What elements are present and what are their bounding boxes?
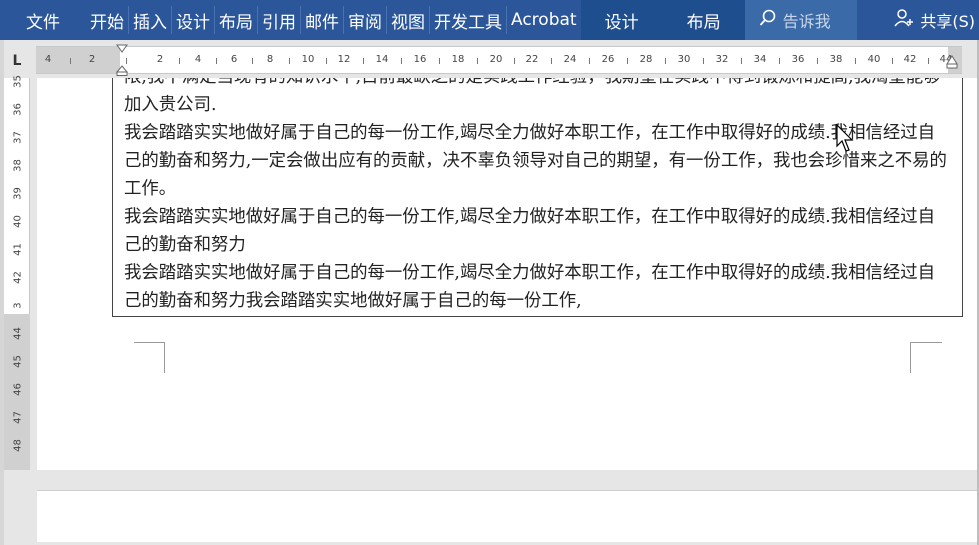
tab-context-design[interactable]: 设计 (581, 0, 663, 40)
ruler-tick (741, 58, 742, 64)
ruler-number: 42 (12, 271, 24, 284)
ruler-tick (439, 58, 440, 64)
ruler-tick (855, 58, 856, 64)
ruler-tick (928, 58, 929, 64)
ruler-tick (363, 58, 364, 64)
ruler-tick (817, 58, 818, 64)
tab-home[interactable]: 开始 (86, 0, 128, 40)
ruler-tick (589, 58, 590, 64)
tab-design[interactable]: 设计 (172, 0, 214, 40)
ruler-number: 47 (12, 411, 24, 424)
ribbon-tab-bar: 文件 开始 插入 设计 布局 引用 邮件 审阅 视图 开发工具 Acrobat … (0, 0, 979, 40)
ruler-number: 20 (489, 54, 503, 65)
share-button[interactable]: 共享(S) (894, 0, 979, 40)
user-add-icon (894, 8, 914, 33)
ruler-number: 46 (12, 383, 24, 396)
ruler-tick (179, 58, 180, 64)
ruler-number: 40 (12, 215, 24, 228)
tab-context-layout[interactable]: 布局 (663, 0, 745, 40)
tab-developer[interactable]: 开发工具 (430, 0, 506, 40)
ruler-number: 38 (12, 159, 24, 172)
text-box[interactable]: 限,我不满足当现有的知识水平,目前最缺乏的是实践工作经验，我期望在实践中得到锻炼… (112, 78, 963, 317)
ruler-number: 40 (867, 54, 881, 65)
tell-me-label: 告诉我 (782, 12, 831, 31)
ruler-number: 36 (791, 54, 805, 65)
ruler-number: 3 (12, 302, 24, 309)
tab-acrobat[interactable]: Acrobat (507, 0, 581, 40)
ruler-number: 28 (639, 54, 653, 65)
ruler-tick (627, 58, 628, 64)
ruler-number: 37 (12, 131, 24, 144)
ruler-tick (551, 58, 552, 64)
ruler-number: 36 (12, 103, 24, 116)
ruler-number: 22 (525, 54, 539, 65)
ruler-tick (70, 58, 71, 64)
ruler-number: 44 (12, 327, 24, 340)
ruler-tick (289, 58, 290, 64)
ruler-number: 32 (715, 54, 729, 65)
tab-review[interactable]: 审阅 (344, 0, 386, 40)
ruler-tick (892, 58, 893, 64)
ruler-number: 26 (601, 54, 615, 65)
ruler-number: 8 (266, 54, 274, 65)
crop-mark-left (134, 342, 165, 373)
context-tab-group: 设计 布局 (580, 0, 745, 40)
tab-file[interactable]: 文件 (0, 0, 86, 40)
tab-selector[interactable]: L (6, 50, 28, 72)
ruler-tick (401, 58, 402, 64)
ruler-tick (326, 58, 327, 64)
tab-mailings[interactable]: 邮件 (301, 0, 343, 40)
paragraph[interactable]: 我会踏踏实实地做好属于自己的每一份工作,竭尽全力做好本职工作，在工作中取得好的成… (124, 259, 952, 315)
ruler-number: 18 (451, 54, 465, 65)
crop-mark-right (910, 342, 942, 373)
ruler-number: 14 (375, 54, 389, 65)
ruler-number: 38 (829, 54, 843, 65)
share-label: 共享(S) (920, 12, 975, 31)
next-page (37, 490, 979, 542)
tab-references[interactable]: 引用 (258, 0, 300, 40)
mouse-cursor-icon (836, 124, 854, 152)
ruler-tick (252, 58, 253, 64)
ruler-tick (665, 58, 666, 64)
ruler-tick (514, 58, 515, 64)
indent-marker[interactable] (116, 44, 128, 76)
ruler-tick (703, 58, 704, 64)
ruler-number: 12 (337, 54, 351, 65)
ruler-number: 2 (156, 54, 164, 65)
vertical-ruler[interactable]: 35 36 37 38 39 40 41 42 3 44 45 46 47 48 (4, 75, 30, 470)
ruler-number: 6 (230, 54, 238, 65)
ruler-number: 4 (194, 54, 202, 65)
ruler-number: 42 (903, 54, 917, 65)
horizontal-ruler[interactable]: 4 2 2 4 6 8 10 12 14 16 18 20 22 24 26 28 30 32 34 36 38 40 42… (36, 46, 962, 74)
ruler-number: 35 (12, 75, 24, 88)
ruler-number: 48 (12, 439, 24, 452)
tell-me-box[interactable]: 告诉我 (744, 0, 857, 40)
tab-view[interactable]: 视图 (387, 0, 429, 40)
ruler-tick (477, 58, 478, 64)
ruler-number: 4 (44, 54, 52, 65)
tab-insert[interactable]: 插入 (129, 0, 171, 40)
ruler-number: 24 (563, 54, 577, 65)
ruler-tick (779, 58, 780, 64)
right-indent-marker[interactable] (946, 52, 958, 72)
search-icon (759, 9, 777, 32)
ruler-number: 2 (88, 54, 96, 65)
tab-layout[interactable]: 布局 (215, 0, 257, 40)
ruler-tick (216, 58, 217, 64)
ruler-number: 10 (301, 54, 315, 65)
ruler-number: 34 (753, 54, 767, 65)
ruler-number: 16 (413, 54, 427, 65)
ruler-number: 41 (12, 243, 24, 256)
paragraph[interactable]: 我会踏踏实实地做好属于自己的每一份工作,竭尽全力做好本职工作，在工作中取得好的成… (124, 119, 952, 203)
paragraph[interactable]: 我会踏踏实实地做好属于自己的每一份工作,竭尽全力做好本职工作，在工作中取得好的成… (124, 203, 952, 259)
paragraph[interactable]: 限,我不满足当现有的知识水平,目前最缺乏的是实践工作经验，我期望在实践中得到锻炼… (124, 78, 952, 119)
ruler-number: 39 (12, 187, 24, 200)
window-left-edge (0, 40, 4, 545)
ruler-number: 30 (677, 54, 691, 65)
ruler-number: 45 (12, 355, 24, 368)
tab-stop-icon: L (12, 53, 22, 69)
